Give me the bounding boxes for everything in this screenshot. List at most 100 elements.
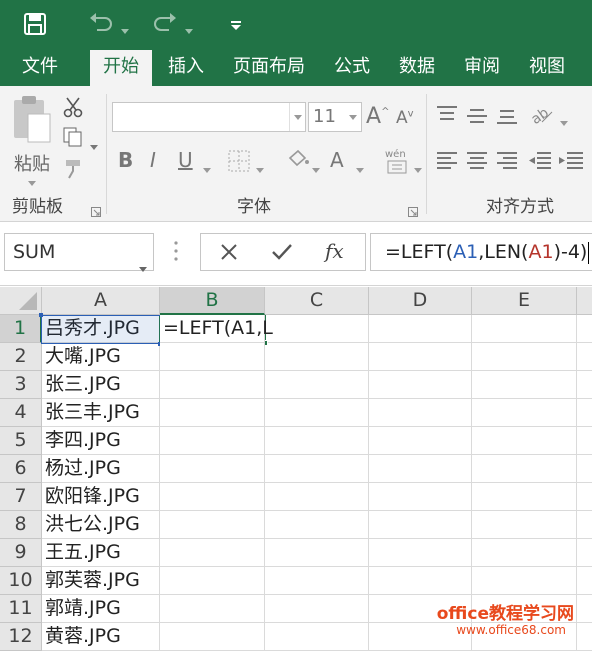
column-header-b[interactable]: B xyxy=(160,287,265,315)
cell-d4[interactable] xyxy=(369,399,472,427)
cell-d9[interactable] xyxy=(369,539,472,567)
format-painter-icon[interactable] xyxy=(62,158,84,184)
cell-f8[interactable] xyxy=(577,511,592,539)
select-all-corner[interactable] xyxy=(0,287,42,315)
cell-f2[interactable] xyxy=(577,343,592,371)
fill-color-dropdown-icon[interactable] xyxy=(312,159,320,178)
cell-f11[interactable] xyxy=(577,595,592,623)
cell-f10[interactable] xyxy=(577,567,592,595)
clipboard-launcher-icon[interactable] xyxy=(91,202,101,221)
cell-d3[interactable] xyxy=(369,371,472,399)
cell-b6[interactable] xyxy=(160,455,265,483)
copy-dropdown-icon[interactable] xyxy=(90,136,98,155)
tab-formulas[interactable]: 公式 xyxy=(326,50,378,86)
bottom-align-icon[interactable] xyxy=(496,104,518,130)
paste-dropdown-icon[interactable] xyxy=(28,172,36,191)
cell-d5[interactable] xyxy=(369,427,472,455)
customize-toolbar-icon[interactable] xyxy=(231,16,241,35)
top-align-icon[interactable] xyxy=(436,104,458,130)
cell-a11[interactable]: 郭靖.JPG xyxy=(42,595,160,623)
cell-a9[interactable]: 王五.JPG xyxy=(42,539,160,567)
save-icon[interactable] xyxy=(24,13,46,35)
increase-font-icon[interactable]: A^ xyxy=(366,104,389,129)
cell-b3[interactable] xyxy=(160,371,265,399)
font-name-select[interactable] xyxy=(112,102,306,132)
cell-c2[interactable] xyxy=(265,343,369,371)
redo-icon[interactable] xyxy=(152,12,178,40)
tab-home[interactable]: 开始 xyxy=(90,50,152,86)
cell-a7[interactable]: 欧阳锋.JPG xyxy=(42,483,160,511)
phonetic-dropdown-icon[interactable] xyxy=(414,159,422,178)
row-header-2[interactable]: 2 xyxy=(0,343,42,371)
cell-d1[interactable] xyxy=(369,315,472,343)
undo-icon[interactable] xyxy=(88,12,114,40)
phonetic-icon[interactable]: wén xyxy=(384,146,412,176)
cell-e7[interactable] xyxy=(472,483,577,511)
cell-e9[interactable] xyxy=(472,539,577,567)
decrease-font-icon[interactable]: Av xyxy=(396,108,414,128)
cell-c6[interactable] xyxy=(265,455,369,483)
tab-review[interactable]: 审阅 xyxy=(456,50,508,86)
cell-a3[interactable]: 张三.JPG xyxy=(42,371,160,399)
cell-f12[interactable] xyxy=(577,623,592,651)
cell-d8[interactable] xyxy=(369,511,472,539)
row-header-5[interactable]: 5 xyxy=(0,427,42,455)
cut-icon[interactable] xyxy=(62,96,84,122)
row-header-11[interactable]: 11 xyxy=(0,595,42,623)
cell-d2[interactable] xyxy=(369,343,472,371)
cell-c7[interactable] xyxy=(265,483,369,511)
tab-data[interactable]: 数据 xyxy=(390,50,444,86)
tab-insert[interactable]: 插入 xyxy=(160,50,212,86)
font-size-dropdown-icon[interactable] xyxy=(345,103,361,131)
underline-icon[interactable]: U xyxy=(178,148,193,172)
decrease-indent-icon[interactable] xyxy=(528,150,552,176)
cell-f4[interactable] xyxy=(577,399,592,427)
cell-e1[interactable] xyxy=(472,315,577,343)
cell-e3[interactable] xyxy=(472,371,577,399)
cell-c4[interactable] xyxy=(265,399,369,427)
cell-c12[interactable] xyxy=(265,623,369,651)
row-header-9[interactable]: 9 xyxy=(0,539,42,567)
row-header-6[interactable]: 6 xyxy=(0,455,42,483)
cell-a12[interactable]: 黄蓉.JPG xyxy=(42,623,160,651)
copy-icon[interactable] xyxy=(62,126,84,152)
column-header-c[interactable]: C xyxy=(265,287,369,315)
cell-a4[interactable]: 张三丰.JPG xyxy=(42,399,160,427)
cell-b12[interactable] xyxy=(160,623,265,651)
column-header-d[interactable]: D xyxy=(369,287,472,315)
cell-b1[interactable]: =LEFT(A1,L xyxy=(160,315,273,343)
row-header-7[interactable]: 7 xyxy=(0,483,42,511)
cell-e6[interactable] xyxy=(472,455,577,483)
cell-f5[interactable] xyxy=(577,427,592,455)
cell-e8[interactable] xyxy=(472,511,577,539)
font-color-dropdown-icon[interactable] xyxy=(356,159,364,178)
cell-d7[interactable] xyxy=(369,483,472,511)
cancel-icon[interactable] xyxy=(219,242,239,266)
underline-dropdown-icon[interactable] xyxy=(203,159,211,178)
cell-c5[interactable] xyxy=(265,427,369,455)
row-header-8[interactable]: 8 xyxy=(0,511,42,539)
font-launcher-icon[interactable] xyxy=(408,202,418,221)
enter-icon[interactable] xyxy=(271,242,293,266)
font-name-dropdown-icon[interactable] xyxy=(289,103,305,131)
insert-function-icon[interactable]: fx xyxy=(325,239,344,263)
formula-input[interactable]: =LEFT(A1,LEN(A1)-4) xyxy=(370,233,592,271)
middle-align-icon[interactable] xyxy=(466,104,488,130)
row-header-4[interactable]: 4 xyxy=(0,399,42,427)
cell-b4[interactable] xyxy=(160,399,265,427)
cell-f3[interactable] xyxy=(577,371,592,399)
align-center-icon[interactable] xyxy=(466,150,488,176)
cell-b8[interactable] xyxy=(160,511,265,539)
row-header-1[interactable]: 1 xyxy=(0,315,42,343)
formula-bar-grip-icon[interactable] xyxy=(174,241,178,267)
align-left-icon[interactable] xyxy=(436,150,458,176)
tab-page-layout[interactable]: 页面布局 xyxy=(225,50,313,86)
font-size-select[interactable]: 11 xyxy=(308,102,362,132)
cell-f9[interactable] xyxy=(577,539,592,567)
italic-icon[interactable]: I xyxy=(150,148,156,172)
cell-b2[interactable] xyxy=(160,343,265,371)
cell-c1[interactable] xyxy=(265,315,369,343)
column-header-a[interactable]: A xyxy=(42,287,160,315)
cell-e10[interactable] xyxy=(472,567,577,595)
cell-d6[interactable] xyxy=(369,455,472,483)
